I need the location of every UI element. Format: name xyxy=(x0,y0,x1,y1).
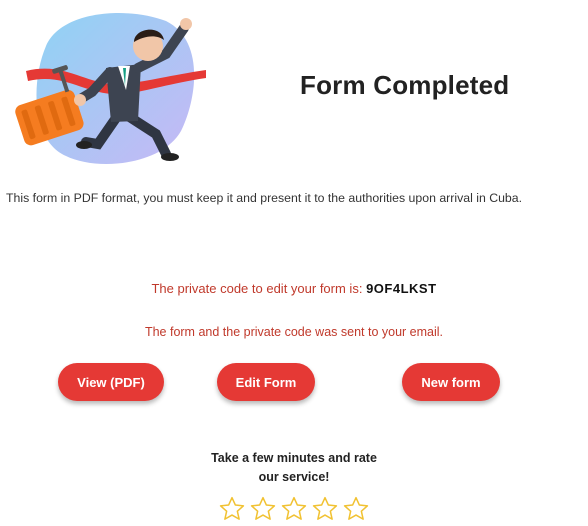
star-icon[interactable] xyxy=(249,495,277,523)
star-icon[interactable] xyxy=(280,495,308,523)
rating-prompt: Take a few minutes and rate our service! xyxy=(0,449,588,487)
rating-prompt-line1: Take a few minutes and rate xyxy=(211,451,377,465)
page-title: Form Completed xyxy=(300,70,510,100)
star-icon[interactable] xyxy=(218,495,246,523)
private-code-label: The private code to edit your form is: xyxy=(151,281,363,296)
email-sent-notice: The form and the private code was sent t… xyxy=(144,325,444,339)
running-businessman-icon xyxy=(15,13,206,164)
edit-form-button[interactable]: Edit Form xyxy=(217,363,315,401)
private-code-line: The private code to edit your form is: 9… xyxy=(0,281,588,296)
new-form-button[interactable]: New form xyxy=(402,363,500,401)
rating-prompt-line2: our service! xyxy=(258,470,330,484)
star-rating xyxy=(218,495,370,525)
star-icon[interactable] xyxy=(342,495,370,523)
view-pdf-button[interactable]: View (PDF) xyxy=(58,363,164,401)
pdf-notice-text: This form in PDF format, you must keep i… xyxy=(6,191,523,205)
hero-header: Form Completed xyxy=(0,0,588,175)
private-code-value: 9OF4LKST xyxy=(366,281,437,296)
star-icon[interactable] xyxy=(311,495,339,523)
